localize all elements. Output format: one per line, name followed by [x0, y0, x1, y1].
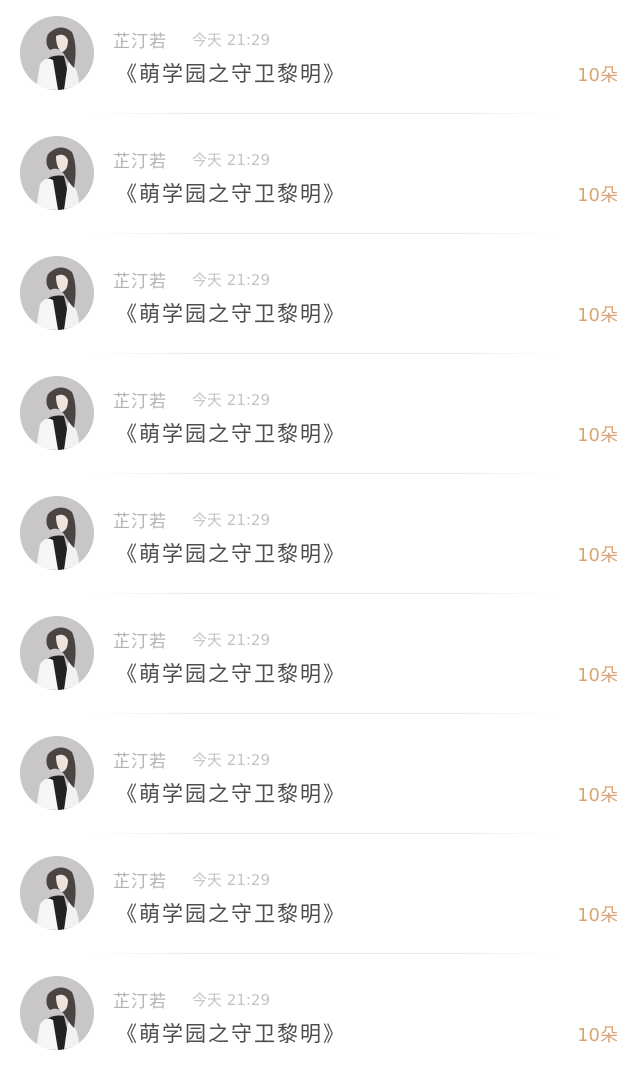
list-item[interactable]: 芷汀若 今天 21:29 《萌学园之守卫黎明》 10朵	[0, 960, 640, 1080]
sender-name: 芷汀若	[113, 872, 167, 892]
sender-name: 芷汀若	[113, 272, 167, 292]
list-item[interactable]: 芷汀若 今天 21:29 《萌学园之守卫黎明》 10朵	[0, 840, 640, 960]
avatar[interactable]	[20, 736, 94, 810]
sender-name: 芷汀若	[113, 752, 167, 772]
sender-name: 芷汀若	[113, 632, 167, 652]
timestamp: 今天 21:29	[192, 631, 270, 649]
divider	[90, 473, 560, 474]
list-item[interactable]: 芷汀若 今天 21:29 《萌学园之守卫黎明》 10朵	[0, 240, 640, 360]
list-item[interactable]: 芷汀若 今天 21:29 《萌学园之守卫黎明》 10朵	[0, 720, 640, 840]
avatar[interactable]	[20, 256, 94, 330]
timestamp: 今天 21:29	[192, 991, 270, 1009]
avatar[interactable]	[20, 376, 94, 450]
list-item[interactable]: 芷汀若 今天 21:29 《萌学园之守卫黎明》 10朵	[0, 0, 640, 120]
flower-count: 10朵	[577, 65, 618, 86]
divider	[90, 833, 560, 834]
gift-record-list: 芷汀若 今天 21:29 《萌学园之守卫黎明》 10朵 芷汀若 今天 21:29…	[0, 0, 640, 1060]
book-title[interactable]: 《萌学园之守卫黎明》	[116, 58, 346, 88]
book-title[interactable]: 《萌学园之守卫黎明》	[116, 538, 346, 568]
girl-avatar-icon	[20, 856, 94, 930]
girl-avatar-icon	[20, 616, 94, 690]
girl-avatar-icon	[20, 496, 94, 570]
girl-avatar-icon	[20, 976, 94, 1050]
sender-name: 芷汀若	[113, 392, 167, 412]
flower-count: 10朵	[577, 305, 618, 326]
avatar[interactable]	[20, 856, 94, 930]
girl-avatar-icon	[20, 16, 94, 90]
avatar[interactable]	[20, 496, 94, 570]
sender-name: 芷汀若	[113, 992, 167, 1012]
divider	[90, 113, 560, 114]
timestamp: 今天 21:29	[192, 751, 270, 769]
divider	[90, 233, 560, 234]
list-item[interactable]: 芷汀若 今天 21:29 《萌学园之守卫黎明》 10朵	[0, 600, 640, 720]
divider	[90, 593, 560, 594]
book-title[interactable]: 《萌学园之守卫黎明》	[116, 898, 346, 928]
list-item[interactable]: 芷汀若 今天 21:29 《萌学园之守卫黎明》 10朵	[0, 120, 640, 240]
avatar[interactable]	[20, 976, 94, 1050]
avatar[interactable]	[20, 616, 94, 690]
sender-name: 芷汀若	[113, 32, 167, 52]
girl-avatar-icon	[20, 136, 94, 210]
timestamp: 今天 21:29	[192, 871, 270, 889]
list-item[interactable]: 芷汀若 今天 21:29 《萌学园之守卫黎明》 10朵	[0, 360, 640, 480]
divider	[90, 713, 560, 714]
divider	[90, 953, 560, 954]
flower-count: 10朵	[577, 785, 618, 806]
timestamp: 今天 21:29	[192, 271, 270, 289]
flower-count: 10朵	[577, 665, 618, 686]
book-title[interactable]: 《萌学园之守卫黎明》	[116, 298, 346, 328]
flower-count: 10朵	[577, 905, 618, 926]
timestamp: 今天 21:29	[192, 511, 270, 529]
book-title[interactable]: 《萌学园之守卫黎明》	[116, 178, 346, 208]
girl-avatar-icon	[20, 376, 94, 450]
flower-count: 10朵	[577, 185, 618, 206]
girl-avatar-icon	[20, 256, 94, 330]
divider	[90, 353, 560, 354]
book-title[interactable]: 《萌学园之守卫黎明》	[116, 778, 346, 808]
timestamp: 今天 21:29	[192, 31, 270, 49]
timestamp: 今天 21:29	[192, 151, 270, 169]
sender-name: 芷汀若	[113, 512, 167, 532]
avatar[interactable]	[20, 136, 94, 210]
avatar[interactable]	[20, 16, 94, 90]
flower-count: 10朵	[577, 1025, 618, 1046]
flower-count: 10朵	[577, 425, 618, 446]
flower-count: 10朵	[577, 545, 618, 566]
book-title[interactable]: 《萌学园之守卫黎明》	[116, 418, 346, 448]
timestamp: 今天 21:29	[192, 391, 270, 409]
book-title[interactable]: 《萌学园之守卫黎明》	[116, 1018, 346, 1048]
girl-avatar-icon	[20, 736, 94, 810]
list-item[interactable]: 芷汀若 今天 21:29 《萌学园之守卫黎明》 10朵	[0, 480, 640, 600]
sender-name: 芷汀若	[113, 152, 167, 172]
book-title[interactable]: 《萌学园之守卫黎明》	[116, 658, 346, 688]
